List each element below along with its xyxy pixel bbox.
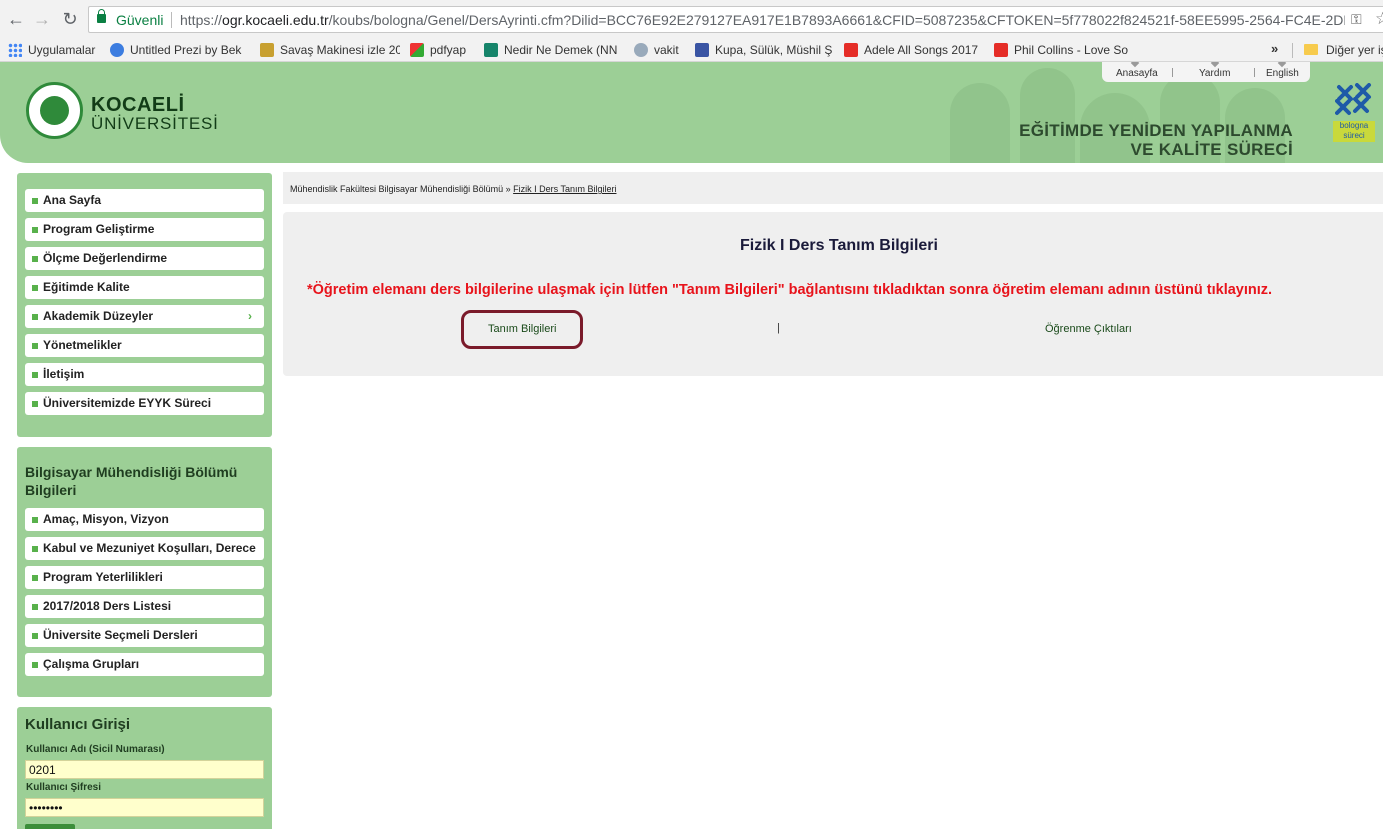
- username-input[interactable]: [25, 760, 264, 779]
- url-text[interactable]: https://ogr.kocaeli.edu.tr/koubs/bologna…: [180, 12, 1345, 28]
- menu-item-kabul-mezuniyet[interactable]: Kabul ve Mezuniyet Koşulları, Derece: [25, 537, 264, 560]
- tab-ogrenme-ciktilari[interactable]: Öğrenme Çıktıları: [1045, 323, 1132, 335]
- department-title: Bilgisayar Mühendisliği Bölümü Bilgileri: [25, 464, 238, 498]
- help-link[interactable]: Yardım: [1199, 68, 1231, 79]
- bookmark-phil-collins[interactable]: Phil Collins - Love So: [994, 41, 1132, 59]
- other-bookmarks-folder[interactable]: Diğer yer iş: [1304, 41, 1383, 59]
- bookmarks-divider: [1292, 43, 1293, 58]
- menu-item-yonetmelikler[interactable]: Yönetmelikler: [25, 334, 264, 357]
- department-panel: Bilgisayar Mühendisliği Bölümü Bilgileri…: [17, 447, 272, 697]
- course-info-panel: Fizik I Ders Tanım Bilgileri *Öğretim el…: [283, 212, 1383, 376]
- bookmark-apps[interactable]: Uygulamalar: [8, 41, 108, 59]
- logo-subtitle: ÜNİVERSİTESİ: [91, 114, 219, 133]
- back-arrow-icon[interactable]: ←: [6, 9, 26, 29]
- apps-grid-icon: [8, 43, 22, 57]
- menu-item-calisma-gruplari[interactable]: Çalışma Grupları: [25, 653, 264, 676]
- menu-item-program-gelistirme[interactable]: Program Geliştirme: [25, 218, 264, 241]
- chevron-right-icon: ›: [248, 309, 252, 323]
- menu-item-secmeli-dersler[interactable]: Üniversite Seçmeli Dersleri: [25, 624, 264, 647]
- address-bar[interactable]: Güvenli https://ogr.kocaeli.edu.tr/koubs…: [88, 6, 1383, 33]
- address-divider: [171, 12, 172, 28]
- breadcrumb-current[interactable]: Fizik I Ders Tanım Bilgileri: [513, 184, 616, 194]
- youtube-icon: [994, 43, 1008, 57]
- bookmark-kupa[interactable]: Kupa, Sülük, Müshil Ş: [695, 41, 833, 59]
- key-icon[interactable]: ⚿: [1351, 11, 1362, 28]
- site-header: KOCAELİ ÜNİVERSİTESİ Anasayfa Yardım Eng…: [0, 62, 1383, 163]
- instructor-warning: *Öğretim elemanı ders bilgilerine ulaşma…: [307, 282, 1273, 298]
- password-label: Kullanıcı Şifresi: [26, 782, 102, 793]
- reload-icon[interactable]: ↻: [60, 9, 80, 29]
- home-link[interactable]: Anasayfa: [1116, 68, 1158, 79]
- bologna-caption: bologna süreci: [1333, 121, 1375, 142]
- menu-item-iletisim[interactable]: İletişim: [25, 363, 264, 386]
- pdf-icon: [410, 43, 424, 57]
- menu-item-eyyk-sureci[interactable]: Üniversitemizde EYYK Süreci: [25, 392, 264, 415]
- menu-item-egitimde-kalite[interactable]: Eğitimde Kalite: [25, 276, 264, 299]
- menu-item-program-yeterlilikleri[interactable]: Program Yeterlilikleri: [25, 566, 264, 589]
- bookmark-star-icon[interactable]: ☆: [1375, 9, 1383, 29]
- prezi-icon: [110, 43, 124, 57]
- tab-divider: |: [777, 322, 780, 334]
- main-menu-panel: Ana Sayfa Program Geliştirme Ölçme Değer…: [17, 173, 272, 437]
- lock-icon: [97, 9, 106, 23]
- menu-item-olcme-degerlendirme[interactable]: Ölçme Değerlendirme: [25, 247, 264, 270]
- bookmark-nedir[interactable]: Nedir Ne Demek (NN: [484, 41, 624, 59]
- login-panel: Kullanıcı Girişi Kullanıcı Adı (Sicil Nu…: [17, 707, 272, 829]
- folder-icon: [1304, 44, 1318, 55]
- film-icon: [260, 43, 274, 57]
- english-link[interactable]: English: [1266, 68, 1299, 79]
- browser-toolbar: ← → ↻ Güvenli https://ogr.kocaeli.edu.tr…: [0, 0, 1383, 38]
- bologna-star-icon: [1335, 83, 1371, 115]
- bookmark-prezi[interactable]: Untitled Prezi by Bek: [110, 41, 250, 59]
- nn-icon: [484, 43, 498, 57]
- top-links: Anasayfa Yardım English: [1102, 62, 1310, 82]
- more-bookmarks-button[interactable]: »: [1271, 41, 1278, 56]
- tab-tanim-bilgileri[interactable]: Tanım Bilgileri: [488, 323, 556, 335]
- bookmark-pdfyap[interactable]: pdfyap: [410, 41, 480, 59]
- menu-item-ana-sayfa[interactable]: Ana Sayfa: [25, 189, 264, 212]
- password-input[interactable]: [25, 798, 264, 817]
- youtube-icon: [844, 43, 858, 57]
- bologna-logo[interactable]: bologna süreci: [1333, 83, 1375, 142]
- bookmark-savas[interactable]: Savaş Makinesi izle 20: [260, 41, 400, 59]
- header-slogan: EĞİTİMDE YENİDEN YAPILANMA VE KALİTE SÜR…: [1019, 121, 1293, 159]
- bookmarks-bar: Uygulamalar Untitled Prezi by Bek Savaş …: [0, 38, 1383, 62]
- secure-label: Güvenli: [116, 12, 164, 28]
- university-seal-logo[interactable]: [26, 82, 83, 139]
- forward-arrow-icon[interactable]: →: [32, 9, 52, 29]
- menu-item-ders-listesi[interactable]: 2017/2018 Ders Listesi: [25, 595, 264, 618]
- menu-item-amac-misyon-vizyon[interactable]: Amaç, Misyon, Vizyon: [25, 508, 264, 531]
- bookmark-adele[interactable]: Adele All Songs 2017: [844, 41, 984, 59]
- kupa-icon: [695, 43, 709, 57]
- breadcrumb: Mühendislik Fakültesi Bilgisayar Mühendi…: [283, 172, 1383, 204]
- username-label: Kullanıcı Adı (Sicil Numarası): [26, 744, 165, 755]
- vakit-icon: [634, 43, 648, 57]
- menu-item-akademik-duzeyler[interactable]: Akademik Düzeyler ›: [25, 305, 264, 328]
- breadcrumb-parent[interactable]: Mühendislik Fakültesi Bilgisayar Mühendi…: [290, 184, 511, 194]
- login-button[interactable]: [25, 824, 75, 829]
- bookmark-vakit[interactable]: vakit: [634, 41, 690, 59]
- page-title: Fizik I Ders Tanım Bilgileri: [740, 237, 938, 254]
- login-title: Kullanıcı Girişi: [25, 716, 131, 733]
